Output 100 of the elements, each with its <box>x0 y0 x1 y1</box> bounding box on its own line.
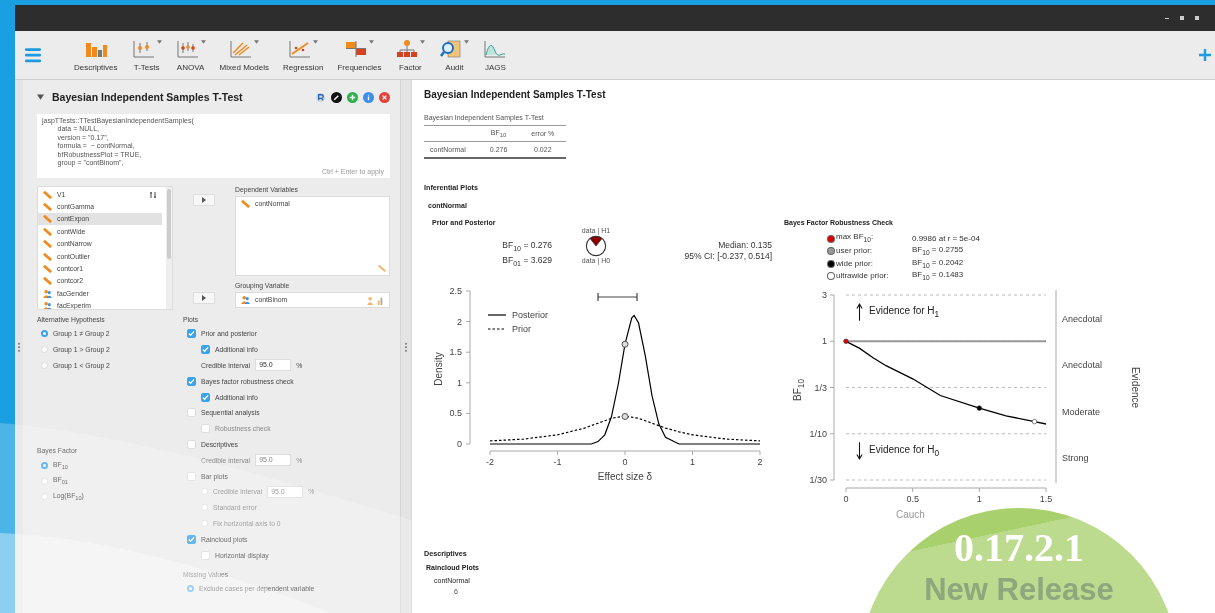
checkbox[interactable] <box>201 392 210 402</box>
checkbox[interactable] <box>187 534 196 544</box>
checkbox[interactable] <box>201 345 210 355</box>
tick-label: 2 <box>757 457 763 468</box>
side-handle[interactable] <box>15 80 23 613</box>
tick-label: -2 <box>486 457 494 468</box>
ribbon-button[interactable]: Regression <box>277 36 329 74</box>
evidence-label: Anecdotal <box>1062 313 1103 324</box>
triangle-icon <box>202 295 206 301</box>
ruler-icon <box>378 264 386 272</box>
duplicate-icon[interactable] <box>347 91 358 103</box>
ribbon-button[interactable]: Descriptives <box>69 36 123 74</box>
data-point <box>1031 418 1038 424</box>
down-arrow-icon <box>856 441 863 460</box>
posterior-summary: 95% CI: [-0.237, 0.514] <box>684 251 772 263</box>
tick-label: 0 <box>457 439 462 450</box>
radio-button[interactable] <box>187 585 194 593</box>
y-axis-label: Density <box>433 352 444 387</box>
evidence-annotation: Evidence for H$_{0}$ <box>869 443 940 458</box>
sort-icon[interactable] <box>149 191 157 199</box>
variable-types-icon <box>367 296 385 305</box>
ribbon-button[interactable]: ANOVA <box>170 36 211 74</box>
tick-label: 0.5 <box>449 408 462 419</box>
x-axis-label: Effect size δ <box>597 471 653 483</box>
evidence-label: Moderate <box>1062 406 1101 417</box>
ribbon-button[interactable]: T-Tests <box>126 36 167 74</box>
legend-label: user prior: <box>836 246 873 257</box>
people-icon <box>43 288 52 298</box>
legend-label: wide prior: <box>836 258 874 269</box>
tick-label: 0.5 <box>906 493 919 504</box>
data-point <box>621 341 629 349</box>
chart-icon <box>131 38 156 59</box>
ruler-icon <box>241 198 250 208</box>
move-right-button[interactable] <box>193 292 215 304</box>
add-icon[interactable] <box>1199 49 1211 61</box>
legend-label: Posterior <box>512 310 548 321</box>
menu-icon[interactable] <box>25 47 41 63</box>
tick-label: 2 <box>457 317 462 327</box>
chart-icon <box>229 38 254 59</box>
bayes-factor-text: BF$_{01}$ = 3.629 <box>502 255 552 270</box>
tick-label: 0 <box>622 457 628 468</box>
tick-label: 1 <box>690 457 695 468</box>
info-icon[interactable] <box>363 91 374 103</box>
legend-label: ultrawide prior: <box>836 271 890 282</box>
legend-value: 0.9986 at r = 5e-04 <box>912 233 981 244</box>
data-point <box>621 413 629 421</box>
tick-label: 1.5 <box>1039 493 1053 504</box>
ribbon-button[interactable]: Factor <box>390 36 431 74</box>
posterior-summary: Median: 0.135 <box>718 240 772 252</box>
tick-label: 1.5 <box>449 347 462 358</box>
radio-button[interactable] <box>41 330 48 338</box>
legend-value: BF$_{10}$ = 0.2755 <box>912 245 965 258</box>
close-icon[interactable] <box>379 91 390 103</box>
legend-label: Prior <box>512 324 531 335</box>
chart-icon <box>175 38 200 59</box>
tick-label: 3 <box>822 289 827 300</box>
tick-label: 0 <box>843 493 849 504</box>
r-syntax-icon[interactable] <box>315 91 326 103</box>
legend-line <box>487 328 507 330</box>
chart-icon <box>395 38 420 59</box>
chart-icon <box>288 38 313 59</box>
panel-splitter[interactable] <box>400 80 412 613</box>
bayes-factor-text: BF$_{10}$ = 0.276 <box>502 240 552 256</box>
tick-label: 2.5 <box>449 286 462 297</box>
legend-value: BF$_{10}$ = 0.1483 <box>912 270 965 283</box>
radio-button[interactable] <box>41 461 48 469</box>
expand-caret-icon[interactable] <box>37 94 44 100</box>
evidence-annotation: Evidence for H$_{1}$ <box>869 304 940 319</box>
move-right-button[interactable] <box>193 194 215 206</box>
people-icon <box>43 301 52 309</box>
chart-icon <box>483 38 508 59</box>
evidence-label: Strong <box>1062 452 1089 463</box>
ribbon-button[interactable]: Frequencies <box>332 36 387 74</box>
chart-icon <box>344 38 369 59</box>
tick-label: -1 <box>553 457 562 468</box>
ribbon-button[interactable]: JAGS <box>478 36 513 74</box>
checkbox[interactable] <box>187 376 196 386</box>
pie-chart-icon <box>585 235 607 258</box>
tick-label: 1 <box>457 378 462 389</box>
legend-value: BF$_{10}$ = 0.2042 <box>912 257 965 271</box>
edit-icon[interactable] <box>331 91 342 103</box>
triangle-icon <box>202 197 206 203</box>
data-point <box>976 405 982 411</box>
legend-line <box>487 314 507 316</box>
ribbon-button[interactable]: Audit <box>434 36 475 74</box>
chart-icon <box>439 38 464 59</box>
version-number: 0.17.2.1 <box>954 526 1084 570</box>
credible-interval-drawing <box>597 292 638 302</box>
results-title: Bayesian Independent Samples T-Test <box>424 89 606 100</box>
tick-label: 1 <box>822 336 827 346</box>
analysis-title: Bayesian Independent Samples T-Test <box>52 91 244 103</box>
tick-label: 1/30 <box>809 474 827 485</box>
x-axis-label: Cauch <box>896 508 925 520</box>
legend-label: max BF$_{10}$: <box>836 232 875 245</box>
scrollbar[interactable] <box>166 187 172 309</box>
tick-label: 1/10 <box>809 428 827 439</box>
checkbox[interactable] <box>187 329 196 339</box>
ribbon-button[interactable]: Mixed Models <box>214 36 274 74</box>
tick-label: 1 <box>976 493 982 504</box>
tick-label: 1/3 <box>814 382 827 393</box>
